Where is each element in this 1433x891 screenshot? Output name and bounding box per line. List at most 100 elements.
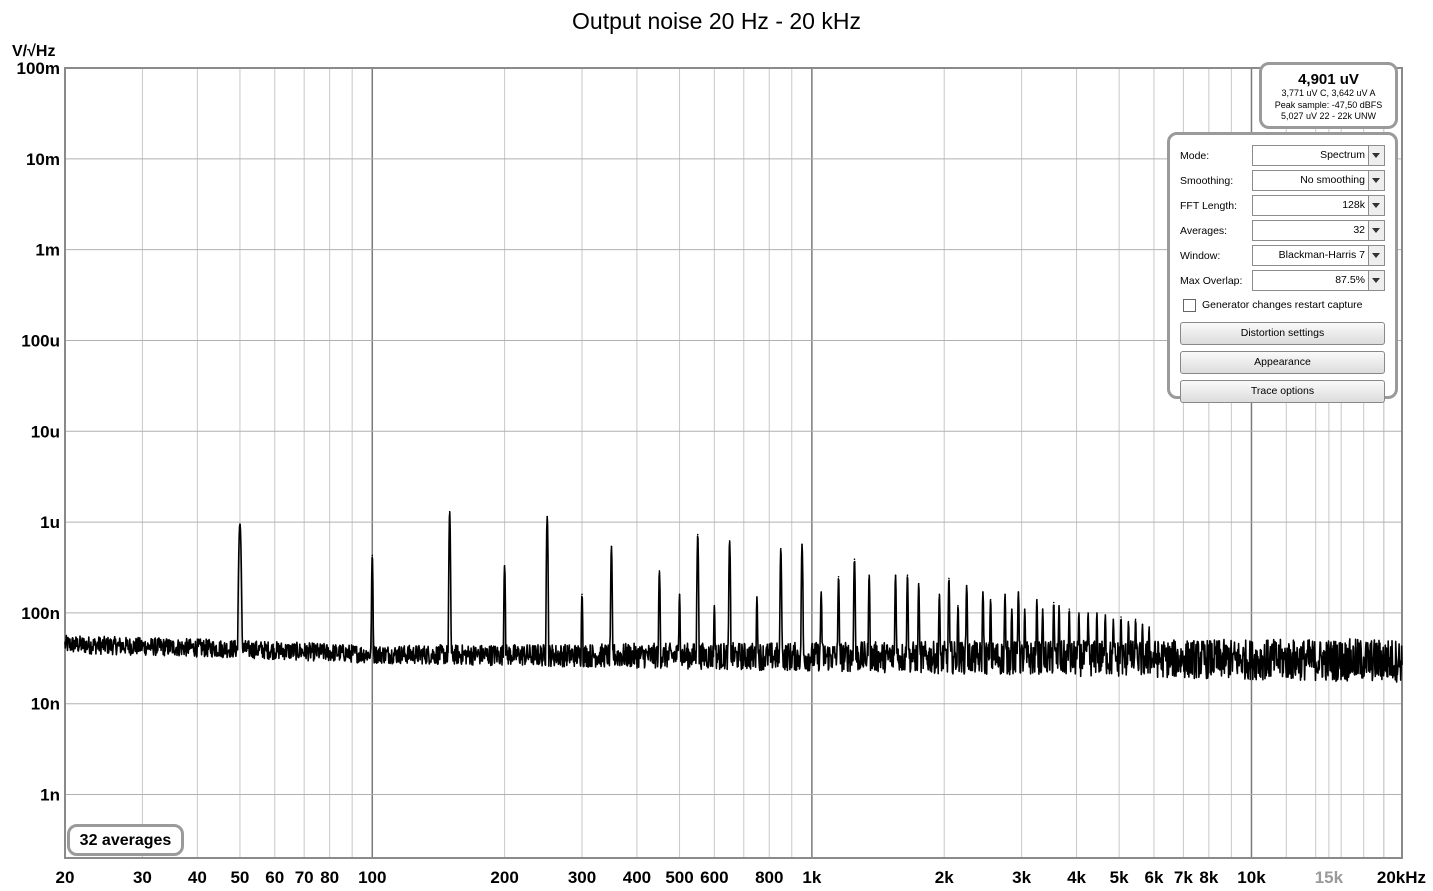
x-tick-label: 30 [133, 868, 152, 887]
fft-length-row: FFT Length: 128k [1180, 193, 1385, 218]
x-tick-label: 80 [320, 868, 339, 887]
harmonic-peak-point [1104, 614, 1107, 616]
x-tick-label: 70 [295, 868, 314, 887]
x-tick-label: 100 [358, 868, 386, 887]
x-tick-label: 6k [1144, 868, 1163, 887]
averages-row: Averages: 32 [1180, 218, 1385, 243]
harmonic-peak-point [820, 591, 822, 593]
harmonic-peak-point [728, 540, 731, 542]
averages-value: 32 [1353, 224, 1365, 236]
series-line [64, 511, 1403, 683]
x-tick-label: 2k [935, 868, 954, 887]
harmonic-peak-point [801, 543, 803, 546]
x-tick-label: 800 [755, 868, 783, 887]
harmonic-peak-point [1036, 598, 1038, 601]
window-label: Window: [1180, 249, 1221, 262]
y-tick-label: 10m [26, 150, 60, 169]
x-tick-label: 15k [1315, 868, 1344, 887]
mode-row: Mode: Spectrum [1180, 143, 1385, 168]
fft-length-label: FFT Length: [1180, 199, 1238, 212]
max-overlap-value: 87.5% [1335, 274, 1365, 286]
chevron-down-icon[interactable] [1368, 246, 1384, 265]
y-axis-unit-label: V/√Hz [12, 43, 56, 60]
x-tick-label: 50 [230, 868, 249, 887]
harmonic-peak-point [965, 584, 968, 587]
window-select[interactable]: Blackman-Harris 7 [1252, 245, 1385, 266]
harmonic-peak-point [1120, 616, 1122, 618]
smoothing-select[interactable]: No smoothing [1252, 170, 1385, 191]
chevron-down-icon[interactable] [1368, 171, 1384, 190]
readout-main-value: 4,901 uV [1298, 71, 1359, 88]
x-tick-label: 8k [1199, 868, 1218, 887]
harmonic-peak-point [239, 523, 241, 525]
fft-length-select[interactable]: 128k [1252, 195, 1385, 216]
harmonic-peak-point [1058, 604, 1060, 607]
x-tick-label: 20kHz [1377, 868, 1426, 887]
chevron-down-icon[interactable] [1368, 196, 1384, 215]
smoothing-value: No smoothing [1300, 174, 1365, 186]
y-tick-label: 1u [40, 513, 60, 532]
harmonic-peak-point [938, 593, 941, 596]
harmonic-peak-point [957, 604, 959, 607]
window-row: Window: Blackman-Harris 7 [1180, 243, 1385, 268]
chevron-down-icon[interactable] [1368, 146, 1384, 165]
x-tick-label: 7k [1174, 868, 1193, 887]
chevron-down-icon[interactable] [1368, 271, 1384, 290]
harmonic-peak-point [853, 558, 856, 561]
x-tick-label: 5k [1110, 868, 1129, 887]
harmonic-peak-point [1078, 612, 1080, 614]
distortion-settings-button[interactable]: Distortion settings [1180, 322, 1385, 345]
x-tick-label: 20 [56, 868, 75, 887]
harmonic-peak-point [989, 598, 992, 601]
harmonic-peak-point [868, 574, 870, 577]
x-tick-label: 600 [700, 868, 728, 887]
readout-line-peak: Peak sample: -47,50 dBFS [1274, 99, 1383, 110]
harmonic-peak-point [917, 582, 920, 585]
harmonic-peak-point [1011, 608, 1013, 610]
y-tick-label: 100m [17, 59, 60, 78]
harmonic-peak-point [546, 515, 549, 518]
chevron-down-icon[interactable] [1368, 221, 1384, 240]
harmonic-peak-point [906, 574, 909, 577]
harmonic-peak-point [837, 575, 840, 578]
mode-select[interactable]: Spectrum [1252, 145, 1385, 166]
generator-restart-row: Generator changes restart capture [1180, 294, 1385, 316]
harmonic-peak-point [982, 591, 984, 593]
y-tick-label: 10n [31, 695, 60, 714]
x-tick-label: 40 [188, 868, 207, 887]
mode-value: Spectrum [1320, 149, 1365, 161]
x-tick-label: 400 [623, 868, 651, 887]
generator-restart-checkbox[interactable] [1183, 298, 1196, 312]
generator-restart-label: Generator changes restart capture [1202, 299, 1363, 311]
appearance-button[interactable]: Appearance [1180, 351, 1385, 374]
harmonic-peak-point [1112, 618, 1115, 621]
trace-options-button[interactable]: Trace options [1180, 380, 1385, 403]
x-tick-label: 10k [1237, 868, 1266, 887]
y-tick-label: 100n [21, 604, 60, 623]
y-axis-ticks: 100m 10m 1m 100u 10u 1u 100n 10n 1n [17, 59, 60, 805]
max-overlap-select[interactable]: 87.5% [1252, 270, 1385, 291]
harmonic-peak-point [581, 593, 583, 596]
harmonic-peak-point [696, 533, 699, 536]
fft-length-value: 128k [1342, 199, 1365, 211]
x-tick-label: 200 [490, 868, 518, 887]
harmonic-peak-point [448, 510, 451, 513]
harmonic-peak-point [1141, 623, 1144, 626]
x-tick-label: 3k [1012, 868, 1031, 887]
harmonic-peak-point [1068, 608, 1071, 610]
harmonic-peak-point [756, 596, 758, 598]
harmonic-peak-point [1096, 612, 1098, 614]
harmonic-peak-point [610, 545, 613, 548]
averages-select[interactable]: 32 [1252, 220, 1385, 241]
harmonic-peak-point [678, 593, 681, 596]
x-tick-label: 4k [1067, 868, 1086, 887]
harmonic-peak-point [1004, 593, 1006, 596]
x-tick-label: 1k [802, 868, 821, 887]
harmonic-peak-point [780, 547, 782, 550]
mode-label: Mode: [1180, 149, 1210, 162]
settings-panel: Mode: Spectrum Smoothing: No smoothing F… [1167, 132, 1398, 403]
harmonic-peak-point [371, 554, 374, 557]
x-tick-label: 300 [568, 868, 596, 887]
harmonic-peak-point [1041, 608, 1044, 610]
smoothing-label: Smoothing: [1180, 174, 1234, 187]
